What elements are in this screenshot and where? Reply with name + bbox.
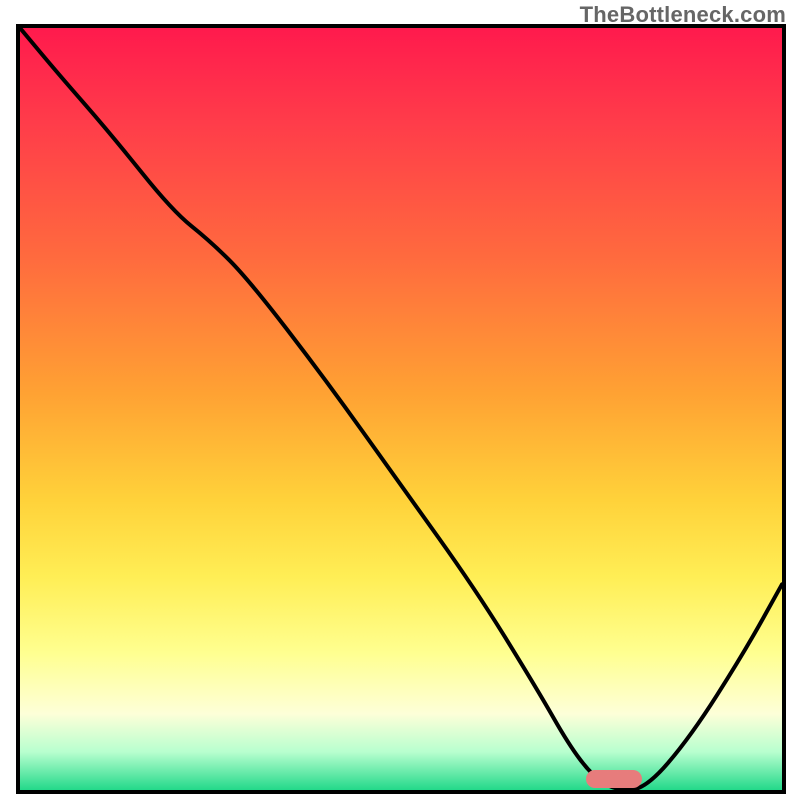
- plot-area: [16, 24, 786, 794]
- plot-frame: [16, 24, 786, 794]
- chart-canvas: TheBottleneck.com: [0, 0, 800, 800]
- bottleneck-curve: [20, 28, 782, 790]
- watermark-text: TheBottleneck.com: [580, 2, 786, 28]
- optimal-range-marker: [586, 770, 642, 788]
